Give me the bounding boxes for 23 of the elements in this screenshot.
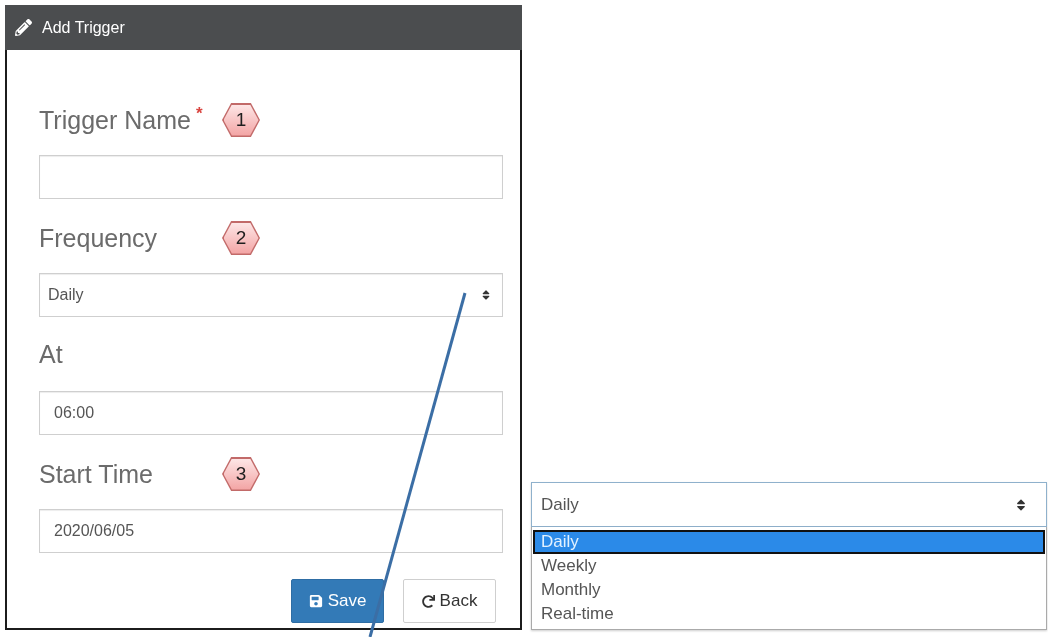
- sort-icon: [480, 289, 492, 301]
- step-badge: 1: [222, 103, 260, 137]
- field-label: Frequency: [39, 223, 158, 253]
- input-field[interactable]: 2020/06/05: [39, 509, 503, 553]
- step-badge: 2: [222, 221, 260, 255]
- dropdown-option[interactable]: Weekly: [533, 554, 1045, 578]
- input-field[interactable]: [39, 155, 503, 199]
- save-button[interactable]: Save: [291, 579, 384, 623]
- redo-arrow-icon: [421, 594, 435, 608]
- step-badge: 3: [222, 457, 260, 491]
- sort-icon: [1014, 497, 1028, 512]
- field-label: Start Time: [39, 459, 153, 489]
- select-field[interactable]: Daily: [39, 273, 503, 317]
- back-button[interactable]: Back: [403, 579, 496, 623]
- field-label: Trigger Name: [39, 105, 191, 135]
- panel-title: Add Trigger: [42, 17, 125, 38]
- dropdown-option[interactable]: Monthly: [533, 578, 1045, 602]
- select-field[interactable]: Daily: [531, 482, 1047, 527]
- field-label: At: [39, 339, 63, 369]
- input-field[interactable]: 06:00: [39, 391, 503, 435]
- pencil-icon: [15, 19, 32, 36]
- required-mark: *: [195, 105, 203, 122]
- dropdown-option[interactable]: Real-time: [533, 602, 1045, 626]
